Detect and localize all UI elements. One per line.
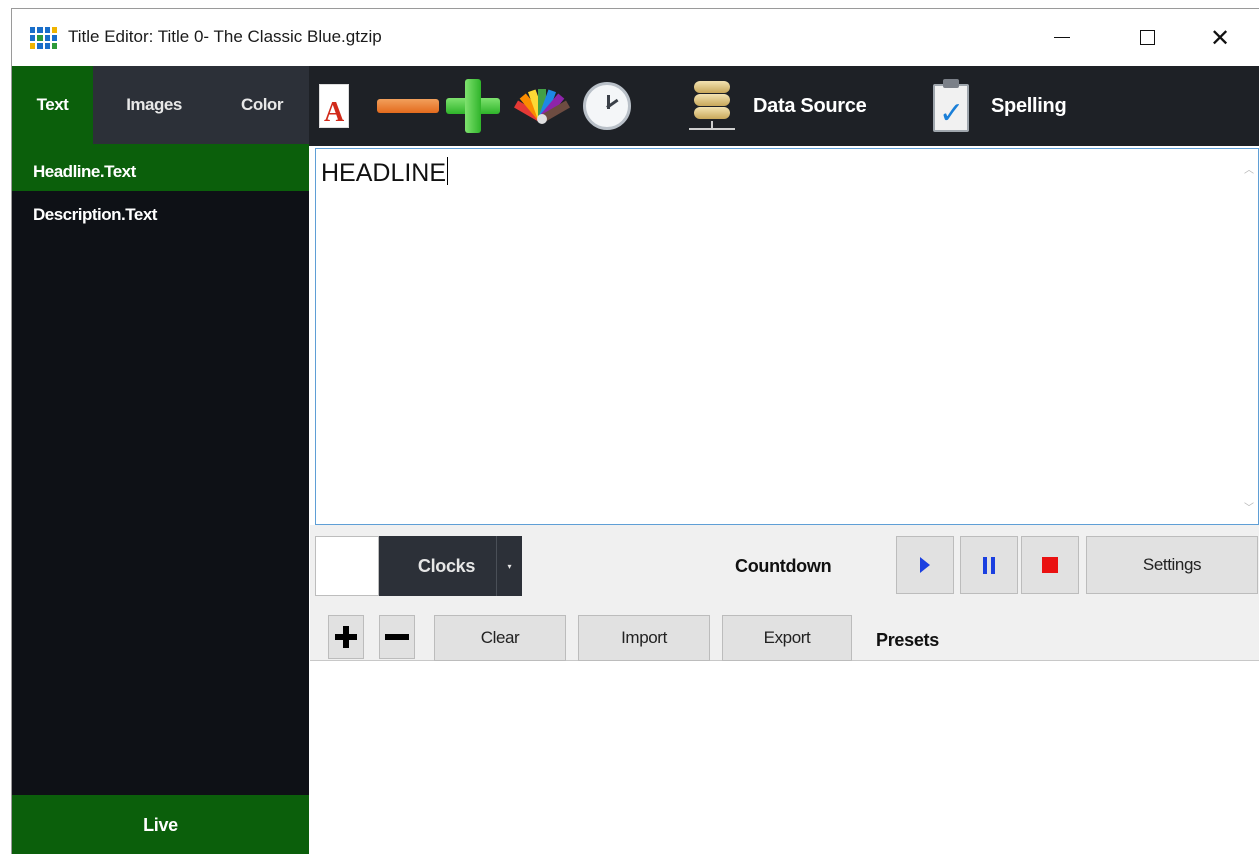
presets-label: Presets [876,630,939,650]
main-area: HEADLINE ︿ ﹀ Clocks ▾ Countdown Settings… [309,146,1259,854]
clock-color-swatch[interactable] [315,536,379,596]
maximize-button[interactable] [1112,9,1182,66]
palette-icon [514,89,570,124]
font-button[interactable]: A [319,66,349,146]
database-icon [689,77,735,135]
tab-bar: Text Images Color [12,66,309,153]
controls-panel: Clocks ▾ Countdown Settings Clear Import… [310,525,1259,661]
editor-text-wrapper: HEADLINE [321,157,449,188]
stop-icon [1042,557,1058,573]
minimize-icon [1054,37,1070,38]
tab-color[interactable]: Color [215,66,309,144]
toolbar: A Data Source ✓ Spelling [309,66,1259,146]
title-editor-window: Title Editor: Title 0- The Classic Blue.… [11,8,1259,854]
minus-icon [385,634,409,640]
scroll-down-icon[interactable]: ﹀ [1244,499,1254,514]
color-palette-button[interactable] [512,66,570,146]
countdown-label: Countdown [735,556,832,576]
data-source-button[interactable]: Data Source [689,66,867,146]
spelling-button[interactable]: ✓ Spelling [931,66,1067,146]
spell-check-icon: ✓ [931,78,973,134]
clocks-dropdown[interactable]: Clocks ▾ [379,536,522,596]
clocks-label: Clocks [417,555,476,576]
data-source-label: Data Source [753,94,867,117]
close-button[interactable]: ✕ [1185,9,1255,66]
text-editor[interactable]: HEADLINE ︿ ﹀ [315,148,1259,525]
text-caret [447,157,449,185]
clock-icon [583,82,631,130]
minimize-button[interactable] [1027,9,1097,66]
tab-images[interactable]: Images [93,66,215,144]
add-preset-button[interactable] [328,615,364,659]
settings-button[interactable]: Settings [1086,536,1258,594]
plus-icon [446,79,500,133]
live-button[interactable]: Live [12,795,309,854]
play-icon [920,557,930,573]
app-grid-icon [30,27,57,49]
play-button[interactable] [896,536,954,594]
window-title: Title Editor: Title 0- The Classic Blue.… [68,27,382,46]
chevron-down-icon[interactable]: ▾ [496,536,522,596]
pause-icon [983,556,995,574]
remove-field-button[interactable] [377,66,439,146]
tab-indicator-strip [12,144,309,153]
clock-button[interactable] [583,66,631,146]
add-field-button[interactable] [446,66,500,146]
title-bar: Title Editor: Title 0- The Classic Blue.… [12,9,1259,66]
export-button[interactable]: Export [722,615,852,661]
tab-text[interactable]: Text [12,66,93,144]
import-button[interactable]: Import [578,615,710,661]
spelling-label: Spelling [991,94,1067,117]
font-icon-letter: A [324,97,345,128]
minus-icon [377,99,439,113]
remove-preset-button[interactable] [379,615,415,659]
field-item-description[interactable]: Description.Text [12,196,309,234]
editor-value: HEADLINE [321,159,447,187]
scroll-up-icon[interactable]: ︿ [1244,161,1254,176]
plus-icon [335,626,357,648]
field-item-headline[interactable]: Headline.Text [12,153,309,191]
close-icon: ✕ [1209,23,1231,52]
stop-button[interactable] [1021,536,1079,594]
clear-button[interactable]: Clear [434,615,566,661]
field-list-sidebar: Headline.Text Description.Text Live [12,153,309,854]
maximize-icon [1139,30,1155,45]
font-icon: A [319,84,349,128]
pause-button[interactable] [960,536,1018,594]
